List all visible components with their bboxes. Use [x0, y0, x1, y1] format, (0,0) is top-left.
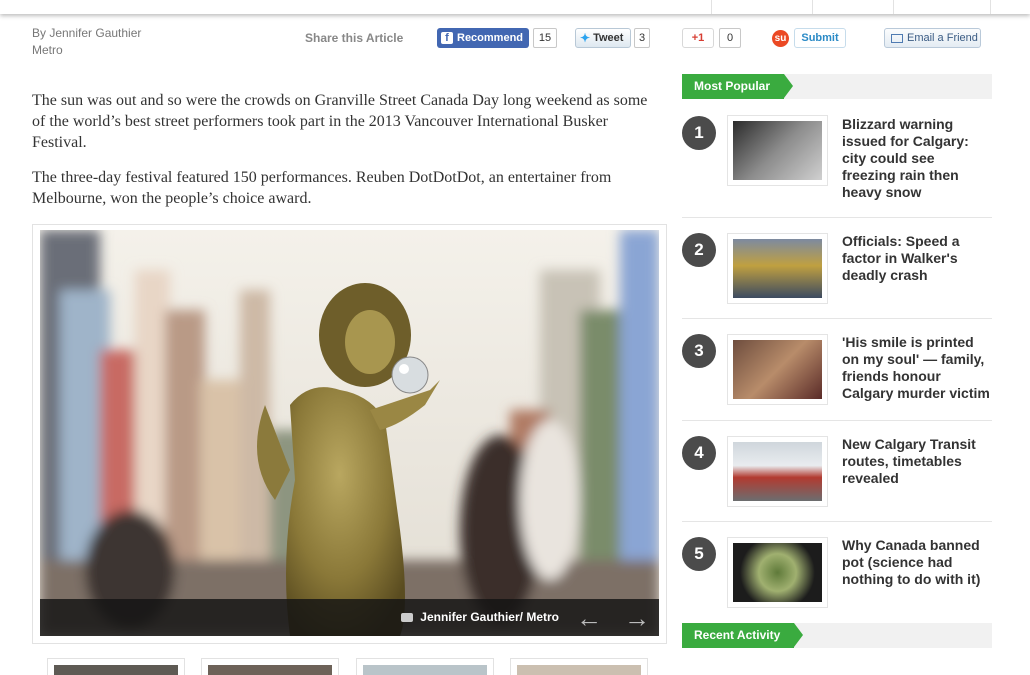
top-nav-item[interactable] — [711, 0, 812, 14]
camera-icon — [401, 612, 414, 622]
recommend-count: 15 — [533, 28, 557, 48]
gallery-thumbnail[interactable] — [47, 658, 185, 675]
article-thumbnail[interactable] — [727, 115, 828, 186]
photo-caption-bar: Jennifer Gauthier/ Metro ← → — [40, 599, 659, 636]
facebook-recommend-button[interactable]: f Recommend — [437, 28, 529, 48]
recommend-label: Recommend — [457, 32, 524, 44]
rank-badge: 2 — [682, 233, 716, 267]
share-label: Share this Article — [305, 31, 404, 45]
article-thumbnail[interactable] — [727, 233, 828, 304]
article-paragraph: The three-day festival featured 150 perf… — [32, 169, 612, 207]
source-name: Metro — [32, 43, 63, 57]
top-nav-item[interactable] — [812, 0, 893, 14]
article-thumbnail[interactable] — [727, 436, 828, 507]
recent-activity-header: Recent Activity — [682, 623, 992, 648]
busker-photo-illustration — [40, 230, 659, 636]
byline: By Jennifer Gauthier Metro — [32, 25, 141, 59]
photo-credit: Jennifer Gauthier/ Metro — [401, 610, 559, 624]
gallery-thumbnail[interactable] — [201, 658, 339, 675]
popular-item-title[interactable]: 'His smile is printed on my soul' — fami… — [842, 334, 992, 402]
popular-item-title[interactable]: Blizzard warning issued for Calgary: cit… — [842, 116, 992, 201]
most-popular-header: Most Popular — [682, 74, 992, 99]
email-label: Email a Friend — [907, 32, 978, 44]
article-thumbnail[interactable] — [727, 537, 828, 608]
photo-credit-text: Jennifer Gauthier/ Metro — [420, 610, 559, 624]
divider — [682, 217, 992, 218]
previous-arrow-icon[interactable]: ← — [576, 603, 602, 634]
top-nav-bar — [0, 0, 1030, 14]
rank-badge: 3 — [682, 334, 716, 368]
gplus-count: 0 — [719, 28, 741, 48]
email-friend-button[interactable]: Email a Friend — [884, 28, 981, 48]
article-paragraph: The sun was out and so were the crowds o… — [32, 92, 648, 151]
author-name: By Jennifer Gauthier — [32, 26, 142, 40]
popular-item-title[interactable]: New Calgary Transit routes, timetables r… — [842, 436, 992, 487]
gallery-thumbnail[interactable] — [510, 658, 648, 675]
rank-badge: 4 — [682, 436, 716, 470]
google-plus-button[interactable]: +1 — [682, 28, 714, 48]
gallery-photo[interactable] — [40, 230, 659, 636]
rank-badge: 1 — [682, 116, 716, 150]
facebook-icon: f — [441, 32, 453, 44]
gplus-label: +1 — [691, 32, 705, 44]
divider — [682, 318, 992, 319]
stumbleupon-icon[interactable]: su — [772, 30, 789, 47]
article-thumbnail[interactable] — [727, 334, 828, 405]
gallery-thumbnail[interactable] — [356, 658, 494, 675]
submit-button[interactable]: Submit — [794, 28, 846, 48]
divider — [682, 521, 992, 522]
popular-item-title[interactable]: Officials: Speed a factor in Walker's de… — [842, 233, 992, 284]
next-arrow-icon[interactable]: → — [624, 603, 650, 634]
top-nav-item[interactable] — [893, 0, 991, 14]
most-popular-tab[interactable]: Most Popular — [682, 74, 793, 99]
recent-activity-tab[interactable]: Recent Activity — [682, 623, 803, 648]
divider — [682, 420, 992, 421]
tweet-count: 3 — [634, 28, 650, 48]
rank-badge: 5 — [682, 537, 716, 571]
popular-item-title[interactable]: Why Canada banned pot (science had nothi… — [842, 537, 992, 588]
tweet-label: Tweet — [593, 32, 624, 44]
envelope-icon — [891, 33, 903, 43]
twitter-bird-icon: ✦ — [580, 31, 591, 45]
tweet-button[interactable]: ✦ Tweet — [575, 28, 631, 48]
